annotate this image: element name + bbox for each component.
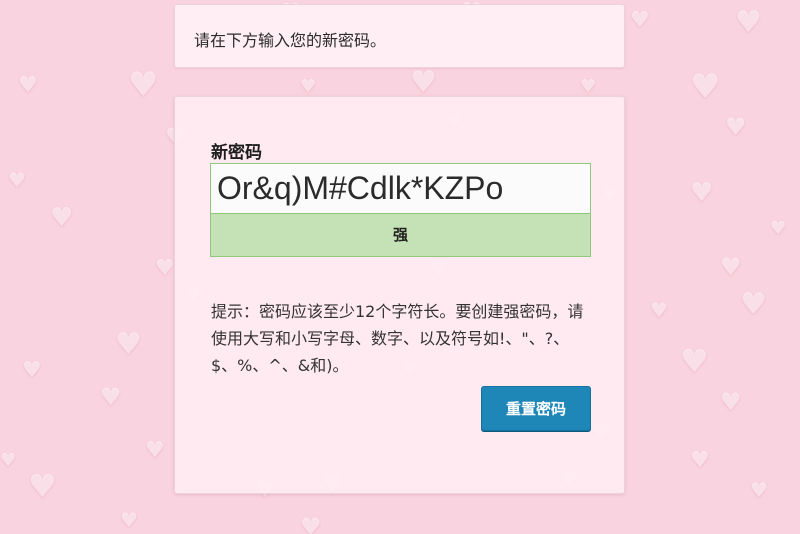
- heart-icon: ♥: [128, 65, 159, 105]
- heart-icon: ♥: [720, 253, 742, 281]
- heart-icon: ♥: [580, 76, 597, 97]
- heart-icon: ♥: [750, 478, 768, 502]
- heart-icon: ♥: [28, 467, 57, 505]
- heart-icon: ♥: [120, 508, 138, 532]
- heart-icon: ♥: [18, 73, 38, 98]
- heart-icon: ♥: [8, 168, 26, 192]
- heart-icon: ♥: [0, 450, 17, 471]
- new-password-label: 新密码: [211, 143, 262, 163]
- heart-icon: ♥: [690, 178, 714, 208]
- heart-icon: ♥: [630, 8, 650, 33]
- heart-icon: ♥: [155, 256, 175, 281]
- heart-icon: ♥: [50, 203, 74, 233]
- heart-icon: ♥: [720, 388, 742, 416]
- heart-icon: ♥: [770, 218, 787, 239]
- heart-icon: ♥: [145, 438, 165, 463]
- heart-icon: ♥: [115, 327, 142, 362]
- instruction-text: 请在下方输入您的新密码。: [194, 31, 387, 50]
- reset-password-form: 新密码 强 提示：密码应该至少12个字符长。要创建强密码，请使用大写和小写字母、…: [174, 96, 625, 494]
- password-strength-indicator: 强: [210, 214, 591, 257]
- heart-icon: ♥: [740, 287, 767, 322]
- heart-icon: ♥: [725, 113, 747, 141]
- heart-icon: ♥: [690, 448, 710, 473]
- heart-icon: ♥: [650, 298, 668, 322]
- new-password-input[interactable]: [210, 163, 591, 214]
- heart-icon: ♥: [410, 65, 437, 100]
- heart-icon: ♥: [100, 383, 122, 411]
- password-hint: 提示：密码应该至少12个字符长。要创建强密码，请使用大写和小写字母、数字、以及符…: [211, 302, 584, 375]
- heart-icon: ♥: [300, 76, 317, 97]
- heart-icon: ♥: [735, 5, 762, 40]
- reset-password-button[interactable]: 重置密码: [481, 386, 591, 431]
- instruction-message: 请在下方输入您的新密码。: [174, 4, 625, 68]
- heart-icon: ♥: [22, 358, 42, 383]
- heart-icon: ♥: [300, 513, 322, 534]
- heart-icon: ♥: [690, 67, 721, 107]
- heart-icon: ♥: [680, 342, 709, 380]
